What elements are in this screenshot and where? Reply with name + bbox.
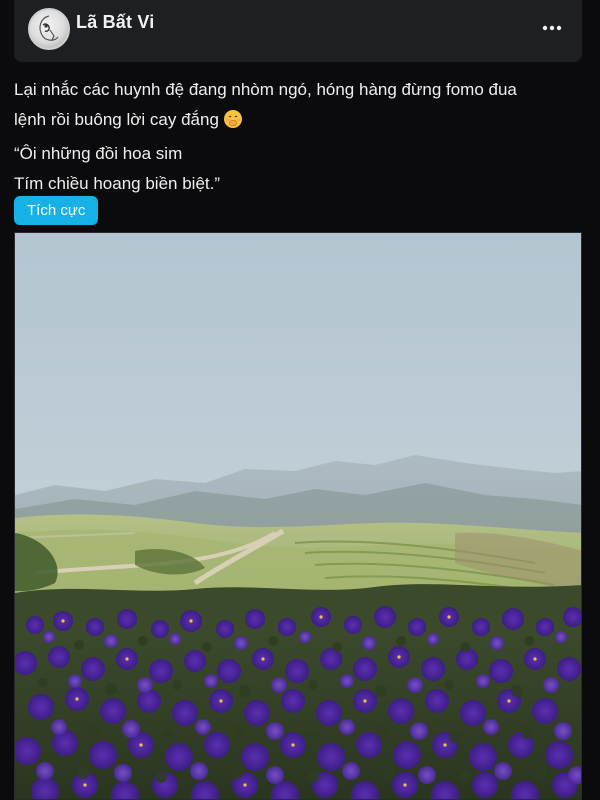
post-text-line: Lại nhắc các huynh đệ đang nhòm ngó, hón… xyxy=(14,80,517,99)
sentiment-tag-button[interactable]: Tích cực xyxy=(14,196,99,225)
more-horizontal-icon xyxy=(542,25,562,31)
post-screen: Lã Bất Vi Lại nhắc các huynh đệ đang nhò… xyxy=(0,0,600,800)
avatar-sketch-icon xyxy=(39,15,59,41)
author-name[interactable]: Lã Bất Vi xyxy=(76,12,155,33)
face-with-hand-over-mouth-icon xyxy=(223,109,243,139)
post-body: Lại nhắc các huynh đệ đang nhòm ngó, hón… xyxy=(14,75,584,199)
post-header: Lã Bất Vi xyxy=(14,0,582,62)
landscape-photo-image xyxy=(15,233,581,799)
post-text-line: “Ôi những đồi hoa sim xyxy=(14,144,183,163)
more-options-button[interactable] xyxy=(540,16,564,40)
avatar[interactable] xyxy=(28,8,70,50)
post-text-line-with-emoji: lệnh rồi buông lời cay đắng xyxy=(14,105,584,139)
post-text-line: lệnh rồi buông lời cay đắng xyxy=(14,110,219,129)
post-photo[interactable] xyxy=(14,232,582,800)
post-text-line: Tím chiều hoang biền biệt.” xyxy=(14,174,221,193)
